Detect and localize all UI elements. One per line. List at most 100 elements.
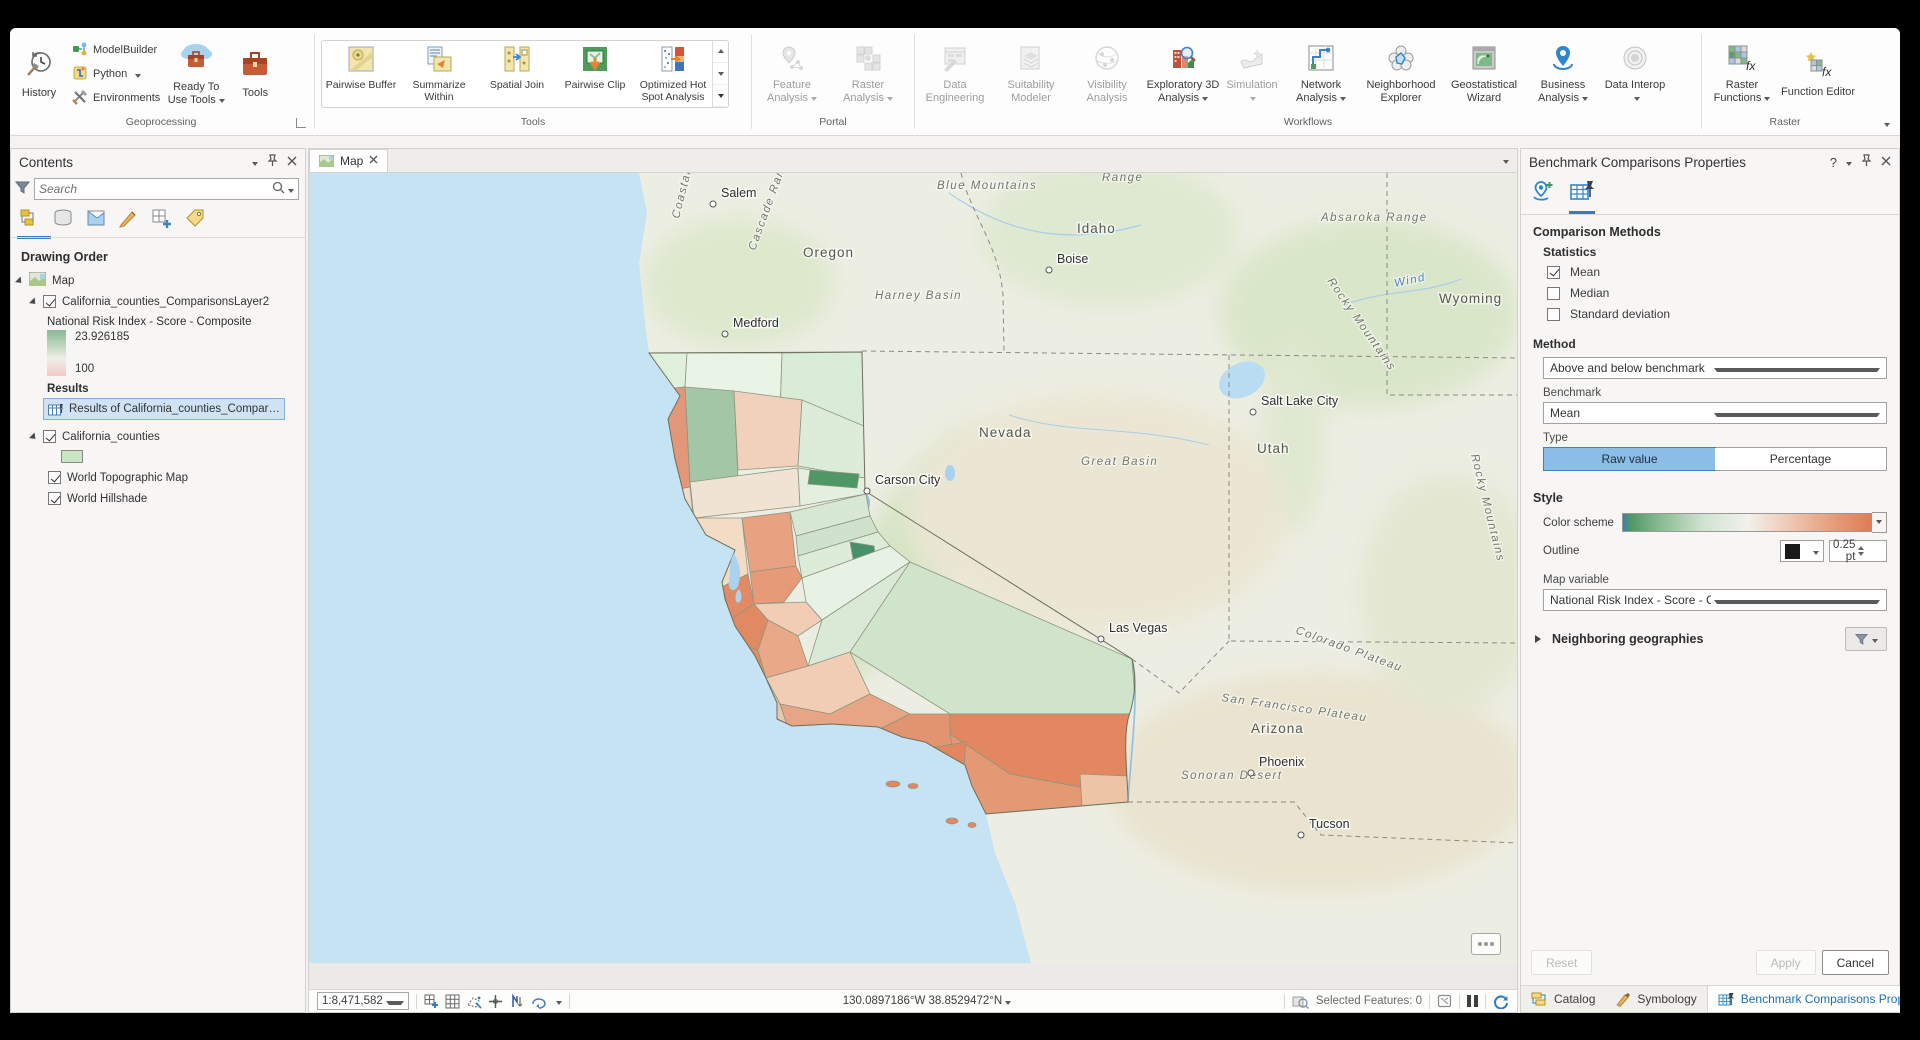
data-interop-button[interactable]: Data Interop <box>1601 41 1669 108</box>
type-percentage-button[interactable]: Percentage <box>1715 448 1886 470</box>
notification-icon[interactable] <box>1471 933 1501 955</box>
summarize-within-button[interactable]: Summarize Within <box>400 41 478 107</box>
pairwise-buffer-button[interactable]: Pairwise Buffer <box>322 41 400 107</box>
suitability-modeler-button[interactable]: Suitability Modeler <box>993 41 1069 108</box>
cancel-button[interactable]: Cancel <box>1822 950 1889 975</box>
tree-item-map[interactable]: Map <box>11 270 305 291</box>
close-icon[interactable] <box>287 155 297 169</box>
map-canvas[interactable]: Coastal Ra Cascade Range Blue Mountains … <box>309 173 1517 989</box>
geostatistical-wizard-button[interactable]: Geostatistical Wizard <box>1443 41 1525 108</box>
outline-width-spinner[interactable]: 0.25 pt <box>1829 540 1887 562</box>
pairwise-clip-button[interactable]: Pairwise Clip <box>556 41 634 107</box>
collapse-arrow-icon[interactable] <box>29 297 41 309</box>
ribbon-collapse-button[interactable] <box>1884 116 1890 130</box>
add-grid-icon[interactable] <box>424 994 439 1009</box>
layer-visibility-checkbox[interactable] <box>43 295 56 308</box>
list-by-editing-button[interactable] <box>118 208 140 235</box>
benchmark-select[interactable]: Mean <box>1543 402 1887 424</box>
spinner-down-icon[interactable] <box>1858 552 1864 559</box>
spatial-join-button[interactable]: Spatial Join <box>478 41 556 107</box>
python-button[interactable]: Python <box>72 65 160 84</box>
selection-box-icon[interactable] <box>1437 994 1452 1008</box>
search-input[interactable] <box>39 182 272 196</box>
tree-item-world-topographic[interactable]: World Topographic Map <box>11 467 305 488</box>
counties-symbol-swatch[interactable] <box>61 450 83 463</box>
simulation-button[interactable]: Simulation <box>1221 41 1283 108</box>
checkbox-median[interactable]: Median <box>1547 286 1887 300</box>
tab-comparison-properties[interactable] <box>1569 179 1595 214</box>
neighboring-geographies-expander[interactable]: Neighboring geographies <box>1535 627 1887 651</box>
gallery-up-button[interactable] <box>713 41 728 63</box>
help-icon[interactable]: ? <box>1830 155 1837 170</box>
color-scheme-dropdown[interactable] <box>1622 513 1872 532</box>
modelbuilder-button[interactable]: ModelBuilder <box>72 41 160 60</box>
list-by-snapping-button[interactable] <box>151 208 173 235</box>
search-icon[interactable] <box>272 181 285 197</box>
feature-analysis-button[interactable]: Feature Analysis <box>754 41 830 108</box>
filter-icon[interactable] <box>15 180 30 198</box>
list-by-data-source-button[interactable] <box>52 208 74 235</box>
chevron-down-icon[interactable] <box>252 155 258 169</box>
optimized-hot-spot-button[interactable]: Optimized Hot Spot Analysis <box>634 41 712 107</box>
chevron-down-icon[interactable] <box>288 189 294 196</box>
chevron-down-icon[interactable] <box>556 1001 562 1008</box>
checkbox-mean[interactable]: Mean <box>1547 265 1887 279</box>
snap-selection-icon[interactable] <box>466 994 482 1009</box>
close-icon[interactable] <box>369 155 378 167</box>
dialog-launcher-icon[interactable] <box>296 118 306 128</box>
layer-visibility-checkbox[interactable] <box>48 492 61 505</box>
type-raw-value-button[interactable]: Raw value <box>1543 447 1716 471</box>
reset-button[interactable]: Reset <box>1531 950 1592 975</box>
map-variable-select[interactable]: National Risk Index - Score - Composite <box>1543 589 1887 611</box>
pin-icon[interactable] <box>1861 154 1872 170</box>
results-item[interactable]: Results of California_counties_Comparis.… <box>43 398 285 420</box>
list-by-visibility-button[interactable] <box>85 208 107 235</box>
tree-item-california-counties[interactable]: California_counties <box>11 426 305 447</box>
rotate-icon[interactable] <box>530 994 547 1009</box>
exploratory-3d-button[interactable]: Exploratory 3D Analysis <box>1145 41 1221 108</box>
tools-button[interactable]: Tools <box>228 46 282 102</box>
tab-catalog[interactable]: Catalog <box>1521 986 1605 1012</box>
business-analysis-button[interactable]: Business Analysis <box>1525 41 1601 108</box>
pin-icon[interactable] <box>267 154 278 170</box>
raster-analysis-button[interactable]: Raster Analysis <box>830 41 906 108</box>
coordinate-display[interactable]: 130.0897186°W 38.8529472°N <box>843 995 1011 1007</box>
layer-visibility-checkbox[interactable] <box>48 471 61 484</box>
history-button[interactable]: History <box>10 46 68 102</box>
tree-item-comparisons-layer[interactable]: California_counties_ComparisonsLayer2 <box>11 291 305 312</box>
spinner-up-icon[interactable] <box>1858 543 1864 550</box>
visibility-analysis-button[interactable]: Visibility Analysis <box>1069 41 1145 108</box>
map-tab[interactable]: Map <box>309 149 388 172</box>
layer-visibility-checkbox[interactable] <box>43 430 56 443</box>
function-editor-button[interactable]: fx Function Editor <box>1780 47 1856 101</box>
tab-add-locations[interactable] <box>1531 179 1555 214</box>
scale-dropdown[interactable]: 1:8,471,582 <box>317 992 409 1010</box>
environments-button[interactable]: Environments <box>72 89 160 108</box>
ready-to-use-tools-button[interactable]: Ready ToUse Tools <box>164 39 228 110</box>
collapse-arrow-icon[interactable] <box>15 276 27 288</box>
neighborhood-explorer-button[interactable]: Neighborhood Explorer <box>1359 41 1443 108</box>
raster-functions-button[interactable]: fx Raster Functions <box>1704 41 1780 108</box>
network-analysis-button[interactable]: Network Analysis <box>1283 41 1359 108</box>
list-by-labeling-button[interactable] <box>184 208 206 235</box>
grid-icon[interactable] <box>445 994 460 1009</box>
collapse-arrow-icon[interactable] <box>29 432 41 444</box>
color-scheme-arrow[interactable] <box>1872 512 1887 533</box>
tab-benchmark-properties[interactable]: Benchmark Comparisons Proper... <box>1707 986 1900 1012</box>
data-engineering-button[interactable]: Data Engineering <box>917 41 993 108</box>
close-icon[interactable] <box>1881 155 1891 169</box>
crosshair-icon[interactable] <box>488 994 503 1009</box>
north-flip-icon[interactable] <box>509 994 524 1009</box>
checkbox-standard-deviation[interactable]: Standard deviation <box>1547 307 1887 321</box>
chevron-down-icon[interactable] <box>1503 153 1509 167</box>
apply-button[interactable]: Apply <box>1756 950 1816 975</box>
tree-item-world-hillshade[interactable]: World Hillshade <box>11 488 305 509</box>
method-select[interactable]: Above and below benchmark <box>1543 357 1887 379</box>
pause-drawing-button[interactable] <box>1467 995 1478 1007</box>
gallery-expand-button[interactable] <box>713 85 728 107</box>
outline-color-dropdown[interactable] <box>1780 540 1824 562</box>
chevron-down-icon[interactable] <box>1846 155 1852 169</box>
refresh-icon[interactable] <box>1493 994 1509 1009</box>
neighboring-filter-button[interactable] <box>1845 627 1887 651</box>
tab-symbology[interactable]: Symbology <box>1605 986 1706 1012</box>
